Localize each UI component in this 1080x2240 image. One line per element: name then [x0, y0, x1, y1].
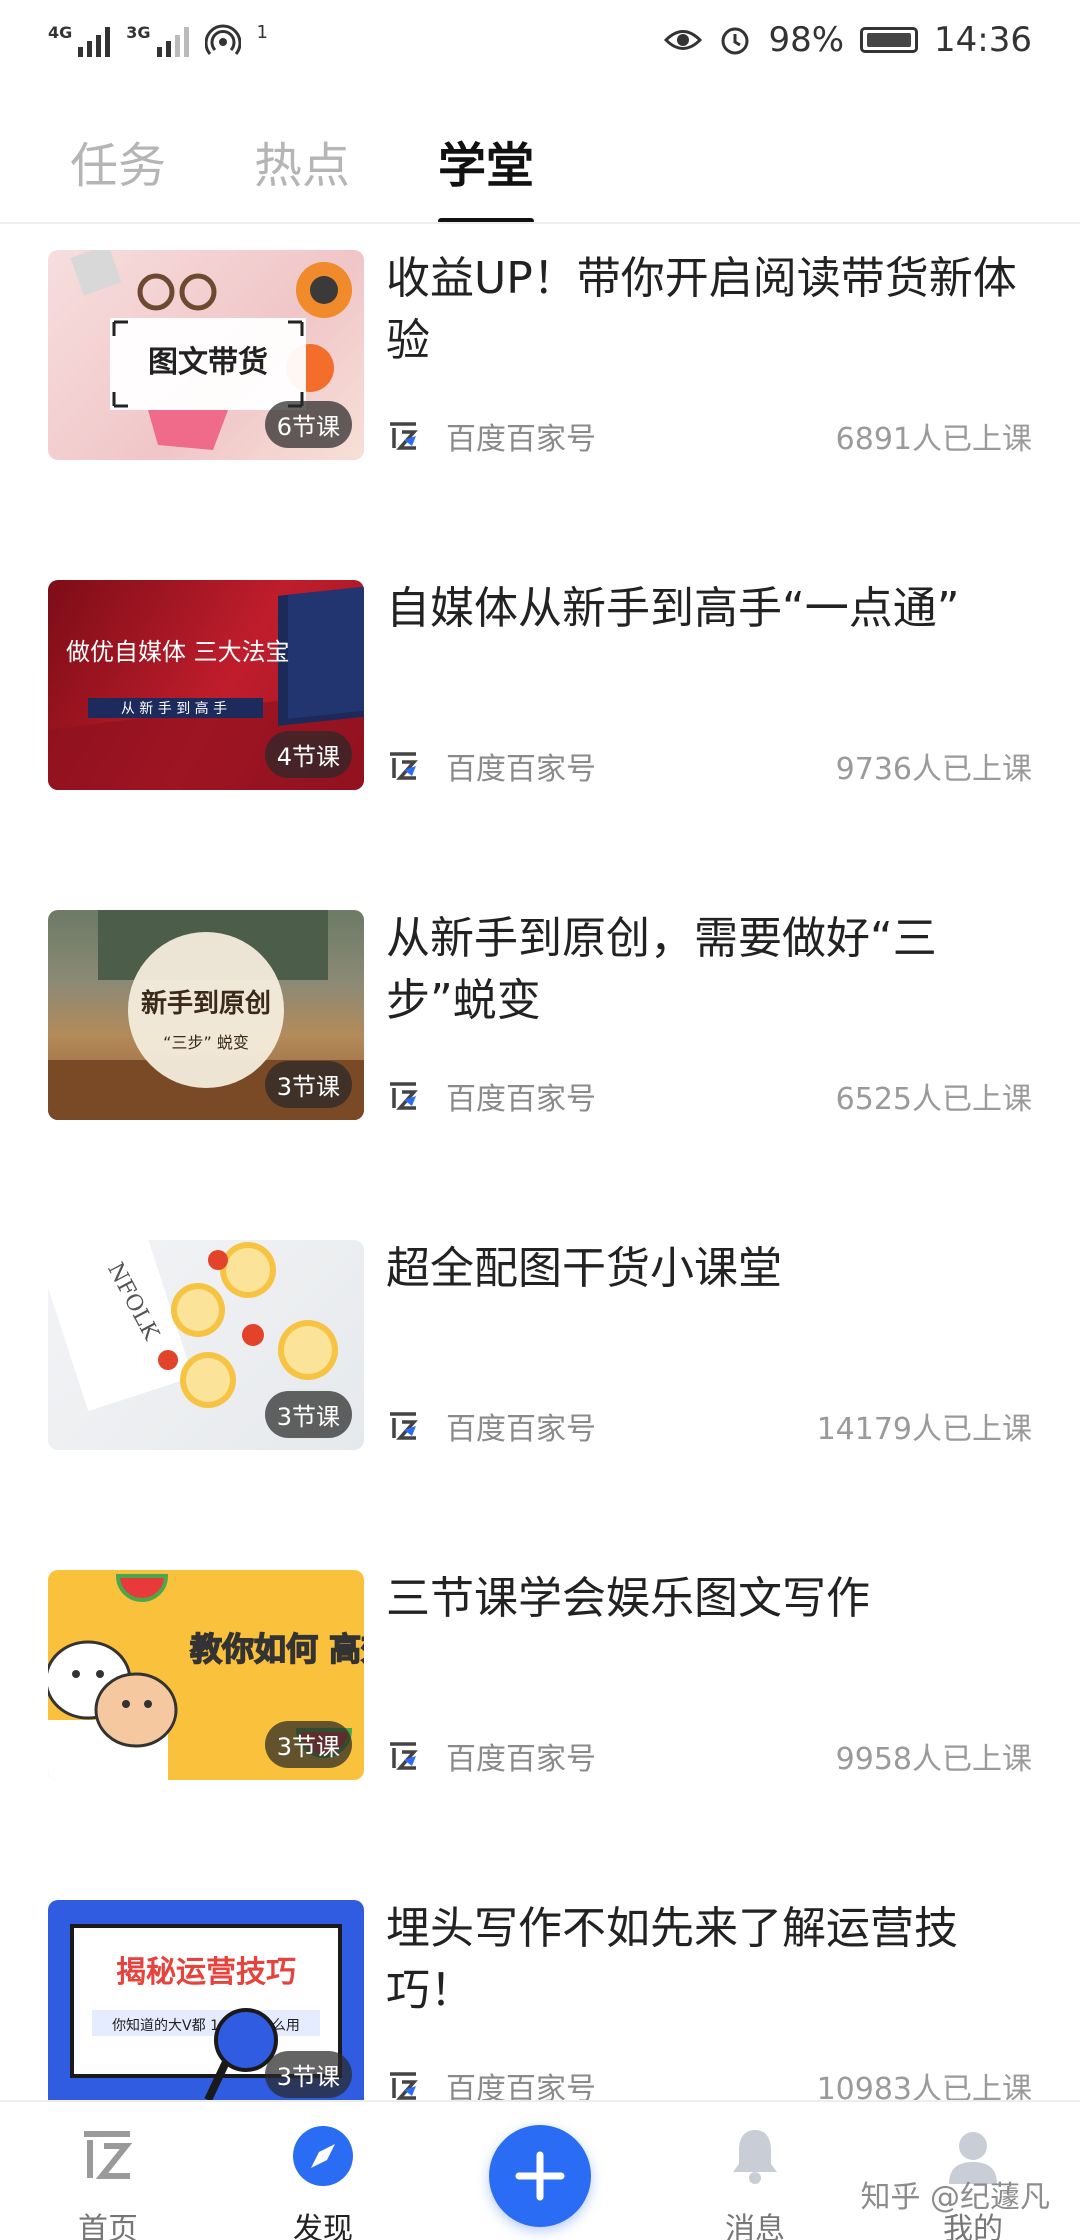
course-card[interactable]: 新手到原创 “三步” 蜕变 3节课 从新手到原创，需要做好“三步”蜕变 百度百家…	[0, 884, 1080, 1120]
course-title: 从新手到原创，需要做好“三步”蜕变	[386, 913, 937, 1026]
eye-icon	[664, 30, 703, 50]
publisher: 百度百家号	[386, 2064, 596, 2100]
baijiahao-logo-icon	[390, 2072, 418, 2100]
course-card[interactable]: NFOLK 3节课 超全配图干货小课堂 百度百家号 14179人已上课	[0, 1214, 1080, 1450]
baijiahao-logo-icon	[390, 752, 418, 780]
publisher-name: 百度百家号	[446, 1082, 596, 1117]
thumbnail-text: 揭秘运营技巧	[116, 1955, 296, 1990]
course-card[interactable]: 图文带货 6节课 收益UP！带你开启阅读带货新体验 百度百家号 6891人已上课	[0, 224, 1080, 460]
plus-icon	[515, 2151, 565, 2201]
status-right: 98% 14:36	[664, 20, 1032, 60]
lesson-count-badge: 3节课	[264, 1391, 352, 1438]
home-icon	[84, 2131, 133, 2179]
nav-messages[interactable]: 消息	[680, 2124, 830, 2240]
thumbnail-text: 图文带货	[148, 345, 268, 380]
publisher-name: 百度百家号	[446, 422, 596, 457]
publisher: 百度百家号	[386, 744, 596, 788]
learner-count: 6525人已上课	[835, 1082, 1032, 1117]
publisher-name: 百度百家号	[446, 752, 596, 787]
thumbnail-subtext: 从 新 手 到 高 手	[121, 700, 227, 717]
publisher-name: 百度百家号	[446, 1742, 596, 1777]
course-title: 收益UP！带你开启阅读带货新体验	[386, 253, 1017, 366]
course-card[interactable]: 做优自媒体 三大法宝 从 新 手 到 高 手 4节课 自媒体从新手到高手“一点通…	[0, 554, 1080, 790]
course-meta: 百度百家号 10983人已上课	[386, 2064, 1032, 2100]
hotspot-count: 1	[256, 22, 268, 43]
learner-count: 9958人已上课	[835, 1742, 1032, 1777]
learner-count: 6891人已上课	[835, 422, 1032, 457]
clock: 14:36	[934, 20, 1032, 60]
publisher: 百度百家号	[386, 1404, 596, 1448]
publisher-name: 百度百家号	[446, 2072, 596, 2100]
course-title: 三节课学会娱乐图文写作	[386, 1573, 870, 1624]
course-thumbnail: 新手到原创 “三步” 蜕变 3节课	[48, 910, 364, 1120]
status-bar: 4G 3G 1 98% 14:36	[0, 0, 1080, 80]
thumbnail-subtext: “三步” 蜕变	[163, 1033, 249, 1052]
lesson-count-badge: 6节课	[264, 401, 352, 448]
learner-count: 10983人已上课	[816, 2072, 1032, 2100]
thumbnail-text: 教你如何 高效吃瓜	[190, 1630, 364, 1668]
course-meta: 百度百家号 9736人已上课	[386, 744, 1032, 788]
course-meta: 百度百家号 6525人已上课	[386, 1074, 1032, 1118]
thumbnail-text: 做优自媒体 三大法宝	[66, 638, 290, 666]
nav-discover[interactable]: 发现	[248, 2124, 398, 2240]
signal-icon: 4G	[48, 23, 111, 57]
thumbnail-text: 新手到原创	[141, 988, 271, 1019]
compass-icon	[293, 2126, 353, 2186]
learner-count: 9736人已上课	[835, 752, 1032, 787]
course-thumbnail: 揭秘运营技巧 你知道的大V都 10W+ 这么用 3节课	[48, 1900, 364, 2100]
top-tabs: 任务 热点 学堂	[70, 120, 535, 224]
signal-icon-2: 3G	[126, 23, 189, 57]
course-meta: 百度百家号 6891人已上课	[386, 414, 1032, 458]
alarm-icon	[721, 27, 749, 55]
course-card[interactable]: 揭秘运营技巧 你知道的大V都 10W+ 这么用 3节课 埋头写作不如先来了解运营…	[0, 1874, 1080, 2100]
bell-icon	[733, 2130, 777, 2184]
battery-percent: 98%	[768, 20, 845, 60]
lesson-count-badge: 4节课	[264, 731, 352, 778]
course-card[interactable]: 教你如何 高效吃瓜 3节课 三节课学会娱乐图文写作 百度百家号 9958人已上课	[0, 1544, 1080, 1780]
tab-academy[interactable]: 学堂	[438, 120, 535, 224]
battery-icon	[860, 27, 919, 53]
course-thumbnail: 教你如何 高效吃瓜 3节课	[48, 1570, 364, 1780]
course-thumbnail: 图文带货 6节课	[48, 250, 364, 460]
baijiahao-logo-icon	[390, 1742, 418, 1770]
nav-messages-label: 消息	[725, 2212, 785, 2240]
lesson-count-badge: 3节课	[264, 2051, 352, 2098]
lesson-count-badge: 3节课	[264, 1061, 352, 1108]
nav-home-label: 首页	[78, 2212, 138, 2240]
course-title: 埋头写作不如先来了解运营技巧！	[386, 1903, 958, 2016]
course-meta: 百度百家号 9958人已上课	[386, 1734, 1032, 1778]
publisher: 百度百家号	[386, 1074, 596, 1118]
course-meta: 百度百家号 14179人已上课	[386, 1404, 1032, 1448]
network-type-2: 3G	[126, 23, 151, 42]
network-type-1: 4G	[48, 23, 73, 42]
learner-count: 14179人已上课	[816, 1412, 1032, 1447]
baijiahao-logo-icon	[390, 422, 418, 450]
course-list: 图文带货 6节课 收益UP！带你开启阅读带货新体验 百度百家号 6891人已上课…	[0, 224, 1080, 2100]
course-title: 自媒体从新手到高手“一点通”	[386, 583, 960, 634]
hotspot-icon	[204, 24, 241, 55]
publisher: 百度百家号	[386, 1734, 596, 1778]
nav-discover-label: 发现	[293, 2212, 353, 2240]
course-thumbnail: NFOLK 3节课	[48, 1240, 364, 1450]
status-left: 4G 3G 1	[48, 22, 268, 58]
watermark: 知乎 @纪蘧凡	[860, 2180, 1050, 2215]
course-thumbnail: 做优自媒体 三大法宝 从 新 手 到 高 手 4节课	[48, 580, 364, 790]
publisher: 百度百家号	[386, 414, 596, 458]
add-button[interactable]	[489, 2125, 591, 2227]
baijiahao-logo-icon	[390, 1412, 418, 1440]
nav-home[interactable]: 首页	[33, 2124, 183, 2240]
tab-hot[interactable]: 热点	[254, 120, 350, 224]
tab-tasks[interactable]: 任务	[70, 120, 166, 224]
lesson-count-badge: 3节课	[264, 1721, 352, 1768]
publisher-name: 百度百家号	[446, 1412, 596, 1447]
baijiahao-logo-icon	[390, 1082, 418, 1110]
course-title: 超全配图干货小课堂	[386, 1243, 782, 1294]
